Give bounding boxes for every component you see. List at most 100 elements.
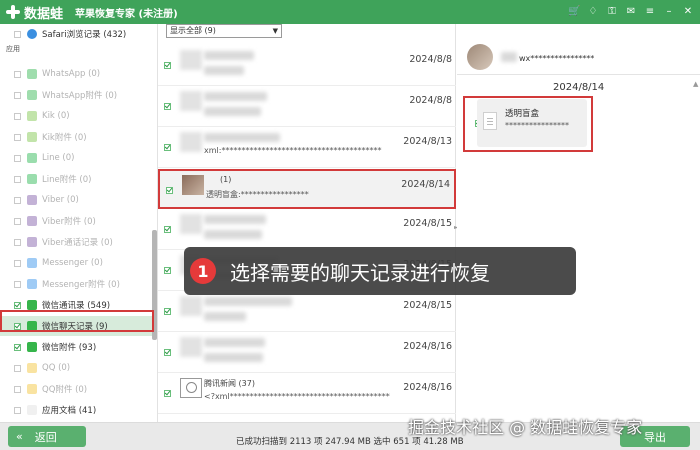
- app-icon: [27, 153, 37, 163]
- sidebar-item[interactable]: Line (0): [0, 148, 152, 168]
- checkbox[interactable]: [14, 280, 21, 288]
- minimize-icon[interactable]: –: [663, 6, 675, 18]
- message-row[interactable]: 2024/8/13 xml:***************************…: [158, 128, 456, 168]
- avatar: [180, 50, 202, 70]
- detail-pane: wx**************** ▲ 2024/8/14 透明盲盒 ****…: [457, 24, 700, 422]
- sidebar-item-label: QQ附件 (0): [42, 385, 88, 395]
- filter-select[interactable]: 显示全部 (9) ▼: [166, 24, 282, 38]
- message-row[interactable]: 腾讯新闻 (37) 2024/8/16 <?xml*****************…: [158, 374, 456, 414]
- message-card[interactable]: 透明盲盒 ****************: [477, 99, 587, 147]
- app-icon: [27, 279, 37, 289]
- chat-icon[interactable]: ✉: [625, 6, 637, 18]
- close-icon[interactable]: ✕: [682, 6, 694, 18]
- checkbox[interactable]: [164, 103, 171, 110]
- app-icon: [27, 90, 37, 100]
- avatar: [180, 132, 202, 152]
- checkbox[interactable]: [14, 217, 21, 225]
- cart-icon[interactable]: 🛒: [568, 6, 580, 18]
- sidebar-item[interactable]: Messenger (0): [0, 253, 152, 273]
- sidebar-item[interactable]: 微信附件 (93): [0, 337, 152, 357]
- bell-icon[interactable]: ♢: [587, 6, 599, 18]
- callout-text: 选择需要的聊天记录进行恢复: [230, 260, 490, 285]
- checkbox[interactable]: [14, 112, 21, 120]
- sidebar-item-label: Viber附件 (0): [42, 217, 96, 227]
- checkbox[interactable]: [14, 30, 21, 38]
- back-label: 返回: [34, 430, 57, 444]
- highlight-outline: [0, 310, 154, 332]
- sidebar-item[interactable]: Viber (0): [0, 190, 152, 210]
- message-date: 2024/8/15: [403, 218, 452, 229]
- sidebar-item[interactable]: Line附件 (0): [0, 169, 152, 189]
- message-row[interactable]: (1) 2024/8/14 透明盲盒:*****************: [158, 169, 456, 209]
- checkbox[interactable]: [164, 308, 171, 315]
- message-row[interactable]: 2024/8/16: [158, 333, 456, 373]
- sidebar-item-label: Messenger附件 (0): [42, 280, 120, 290]
- sidebar-item[interactable]: WhatsApp附件 (0): [0, 85, 152, 105]
- checkbox[interactable]: [14, 70, 21, 78]
- checkbox[interactable]: [14, 154, 21, 162]
- sidebar-item-label: Line附件 (0): [42, 175, 92, 185]
- sidebar-item[interactable]: Viber附件 (0): [0, 211, 152, 231]
- scroll-up-icon[interactable]: ▲: [693, 80, 698, 88]
- message-row[interactable]: 2024/8/8: [158, 87, 456, 127]
- document-icon: [483, 112, 497, 130]
- checkbox[interactable]: [164, 62, 171, 69]
- chevron-down-icon: ▼: [272, 27, 278, 35]
- app-icon: [27, 342, 37, 352]
- checkbox[interactable]: [164, 226, 171, 233]
- card-title: 透明盲盒: [505, 109, 540, 119]
- sidebar-item-label: 应用文档 (41): [42, 406, 97, 416]
- checkbox[interactable]: [164, 267, 171, 274]
- checkbox[interactable]: [14, 385, 21, 393]
- back-button[interactable]: « 返回: [8, 426, 86, 447]
- message-date: 2024/8/16: [403, 341, 452, 352]
- checkbox[interactable]: [14, 259, 21, 267]
- checkbox[interactable]: [14, 238, 21, 246]
- export-label: 导出: [644, 430, 666, 444]
- checkbox[interactable]: [14, 301, 21, 309]
- message-date: 2024/8/8: [409, 95, 452, 106]
- app-icon: [27, 258, 37, 268]
- checkbox[interactable]: [164, 390, 171, 397]
- avatar: [180, 214, 202, 234]
- message-list: 显示全部 (9) ▼ 2024/8/8 2024/8/8 2024/8/13 xml:…: [158, 24, 459, 422]
- card-subtitle: ****************: [505, 121, 569, 130]
- sidebar-item-safari[interactable]: Safari浏览记录 (432): [0, 24, 152, 44]
- sidebar-item[interactable]: Kik (0): [0, 106, 152, 126]
- sidebar-item[interactable]: Messenger附件 (0): [0, 274, 152, 294]
- checkbox[interactable]: [164, 144, 171, 151]
- key-icon[interactable]: ⚿: [606, 6, 618, 18]
- sidebar-item-label: Viber通话记录 (0): [42, 238, 113, 248]
- sidebar-item[interactable]: WhatsApp (0): [0, 64, 152, 84]
- message-preview: 透明盲盒:*****************: [206, 190, 309, 199]
- checkbox[interactable]: [14, 343, 21, 351]
- avatar: [467, 44, 493, 70]
- logo-text: 数据蛙: [24, 6, 64, 22]
- message-row[interactable]: 2024/8/15: [158, 210, 456, 250]
- avatar: [180, 378, 202, 398]
- checkbox[interactable]: [166, 187, 173, 194]
- checkbox[interactable]: [14, 175, 21, 183]
- app-icon: [27, 300, 37, 310]
- checkbox[interactable]: [164, 349, 171, 356]
- checkbox[interactable]: [14, 406, 21, 414]
- checkbox[interactable]: [14, 364, 21, 372]
- message-row[interactable]: 2024/8/8: [158, 46, 456, 86]
- menu-icon[interactable]: ≡: [644, 6, 656, 18]
- checkbox[interactable]: [14, 91, 21, 99]
- app-icon: [27, 69, 37, 79]
- contact-name: wx****************: [519, 54, 595, 63]
- sidebar-item[interactable]: QQ (0): [0, 358, 152, 378]
- sidebar-item-label: Safari浏览记录 (432): [42, 30, 127, 40]
- checkbox[interactable]: [14, 196, 21, 204]
- app-icon: [27, 384, 37, 394]
- checkbox[interactable]: [14, 133, 21, 141]
- sidebar-item[interactable]: QQ附件 (0): [0, 379, 152, 399]
- logo: 数据蛙: [6, 3, 63, 22]
- message-date: 2024/8/8: [409, 54, 452, 65]
- sidebar-item[interactable]: 应用文档 (41): [0, 400, 152, 420]
- sidebar-item[interactable]: Viber通话记录 (0): [0, 232, 152, 252]
- message-row[interactable]: 2024/8/15: [158, 292, 456, 332]
- sidebar-item[interactable]: Kik附件 (0): [0, 127, 152, 147]
- app-icon: [27, 216, 37, 226]
